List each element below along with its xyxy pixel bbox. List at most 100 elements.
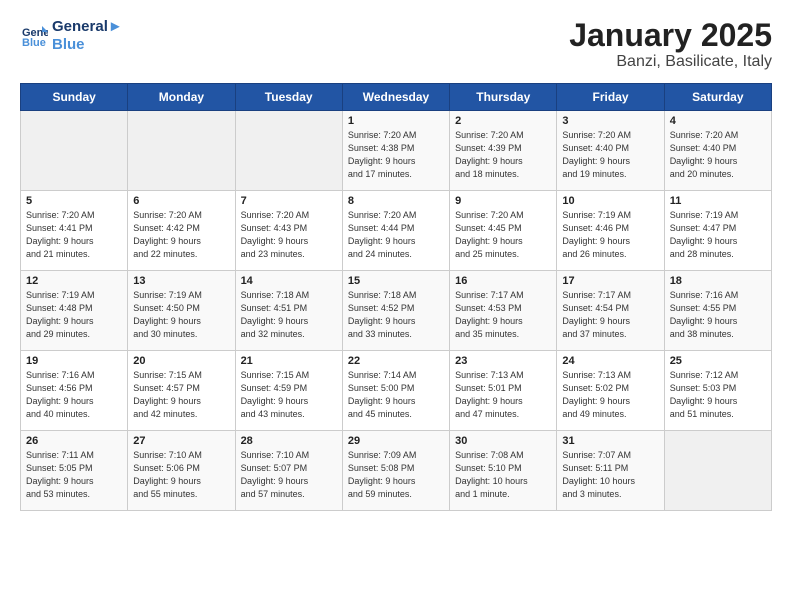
- calendar-cell: 24Sunrise: 7:13 AM Sunset: 5:02 PM Dayli…: [557, 351, 664, 431]
- cell-date-number: 2: [455, 115, 551, 127]
- cell-info-text: Sunrise: 7:19 AM Sunset: 4:48 PM Dayligh…: [26, 289, 122, 341]
- calendar-cell: 13 Sunrise: 7:19 AM Sunset: 4:50 PM Dayli…: [128, 271, 235, 351]
- cell-date-number: 8: [348, 195, 444, 207]
- cell-date-number: 22: [348, 355, 444, 367]
- weekday-header-friday: Friday: [557, 84, 664, 111]
- cell-info-text: Sunrise: 7:09 AM Sunset: 5:08 PM Dayligh…: [348, 449, 444, 501]
- calendar-cell: 16Sunrise: 7:17 AM Sunset: 4:53 PM Dayli…: [450, 271, 557, 351]
- cell-date-number: 29: [348, 435, 444, 447]
- page-title: January 2025: [569, 18, 772, 53]
- calendar-cell: 15 Sunrise: 7:18 AM Sunset: 4:52 PM Dayli…: [342, 271, 449, 351]
- cell-info-text: Sunrise: 7:07 AM Sunset: 5:11 PM Dayligh…: [562, 449, 658, 501]
- cell-date-number: 15: [348, 275, 444, 287]
- calendar-cell: 14Sunrise: 7:18 AM Sunset: 4:51 PM Dayli…: [235, 271, 342, 351]
- calendar-week-2: 5 Sunrise: 7:20 AM Sunset: 4:41 PM Daylig…: [21, 191, 772, 271]
- cell-info-text: Sunrise: 7:13 AM Sunset: 5:01 PM Dayligh…: [455, 369, 551, 421]
- calendar-cell: 17 Sunrise: 7:17 AM Sunset: 4:54 PM Dayli…: [557, 271, 664, 351]
- cell-info-text: Sunrise: 7:19 AM Sunset: 4:50 PM Dayligh…: [133, 289, 229, 341]
- cell-info-text: Sunrise: 7:13 AM Sunset: 5:02 PM Dayligh…: [562, 369, 658, 421]
- cell-info-text: Sunrise: 7:15 AM Sunset: 4:59 PM Dayligh…: [241, 369, 337, 421]
- calendar-cell: 22 Sunrise: 7:14 AM Sunset: 5:00 PM Dayli…: [342, 351, 449, 431]
- cell-date-number: 17: [562, 275, 658, 287]
- calendar-cell: 9 Sunrise: 7:20 AM Sunset: 4:45 PM Daylig…: [450, 191, 557, 271]
- cell-info-text: Sunrise: 7:20 AM Sunset: 4:45 PM Dayligh…: [455, 209, 551, 261]
- cell-info-text: Sunrise: 7:17 AM Sunset: 4:54 PM Dayligh…: [562, 289, 658, 341]
- cell-date-number: 7: [241, 195, 337, 207]
- calendar-cell: [235, 111, 342, 191]
- cell-info-text: Sunrise: 7:20 AM Sunset: 4:41 PM Dayligh…: [26, 209, 122, 261]
- cell-info-text: Sunrise: 7:11 AM Sunset: 5:05 PM Dayligh…: [26, 449, 122, 501]
- cell-info-text: Sunrise: 7:20 AM Sunset: 4:39 PM Dayligh…: [455, 129, 551, 181]
- cell-date-number: 25: [670, 355, 766, 367]
- page-subtitle: Banzi, Basilicate, Italy: [569, 53, 772, 71]
- cell-date-number: 13: [133, 275, 229, 287]
- calendar-week-3: 12Sunrise: 7:19 AM Sunset: 4:48 PM Dayli…: [21, 271, 772, 351]
- weekday-header-wednesday: Wednesday: [342, 84, 449, 111]
- calendar-cell: 6 Sunrise: 7:20 AM Sunset: 4:42 PM Daylig…: [128, 191, 235, 271]
- cell-date-number: 1: [348, 115, 444, 127]
- calendar-cell: 4 Sunrise: 7:20 AM Sunset: 4:40 PM Daylig…: [664, 111, 771, 191]
- weekday-header-thursday: Thursday: [450, 84, 557, 111]
- cell-info-text: Sunrise: 7:10 AM Sunset: 5:07 PM Dayligh…: [241, 449, 337, 501]
- cell-info-text: Sunrise: 7:20 AM Sunset: 4:38 PM Dayligh…: [348, 129, 444, 181]
- cell-info-text: Sunrise: 7:12 AM Sunset: 5:03 PM Dayligh…: [670, 369, 766, 421]
- cell-date-number: 27: [133, 435, 229, 447]
- calendar-cell: 29 Sunrise: 7:09 AM Sunset: 5:08 PM Dayli…: [342, 431, 449, 511]
- cell-date-number: 4: [670, 115, 766, 127]
- cell-date-number: 5: [26, 195, 122, 207]
- calendar-cell: 5 Sunrise: 7:20 AM Sunset: 4:41 PM Daylig…: [21, 191, 128, 271]
- title-block: January 2025 Banzi, Basilicate, Italy: [569, 18, 772, 71]
- calendar-cell: 19 Sunrise: 7:16 AM Sunset: 4:56 PM Dayli…: [21, 351, 128, 431]
- header: General Blue General► Blue January 2025 …: [20, 18, 772, 71]
- cell-info-text: Sunrise: 7:16 AM Sunset: 4:55 PM Dayligh…: [670, 289, 766, 341]
- calendar-cell: 3 Sunrise: 7:20 AM Sunset: 4:40 PM Daylig…: [557, 111, 664, 191]
- cell-info-text: Sunrise: 7:16 AM Sunset: 4:56 PM Dayligh…: [26, 369, 122, 421]
- cell-info-text: Sunrise: 7:19 AM Sunset: 4:46 PM Dayligh…: [562, 209, 658, 261]
- calendar-cell: 27 Sunrise: 7:10 AM Sunset: 5:06 PM Dayli…: [128, 431, 235, 511]
- calendar-cell: 30Sunrise: 7:08 AM Sunset: 5:10 PM Dayli…: [450, 431, 557, 511]
- cell-date-number: 9: [455, 195, 551, 207]
- calendar-cell: 18 Sunrise: 7:16 AM Sunset: 4:55 PM Dayli…: [664, 271, 771, 351]
- cell-date-number: 14: [241, 275, 337, 287]
- weekday-header-sunday: Sunday: [21, 84, 128, 111]
- cell-date-number: 10: [562, 195, 658, 207]
- cell-info-text: Sunrise: 7:20 AM Sunset: 4:44 PM Dayligh…: [348, 209, 444, 261]
- cell-info-text: Sunrise: 7:20 AM Sunset: 4:43 PM Dayligh…: [241, 209, 337, 261]
- calendar-cell: 31 Sunrise: 7:07 AM Sunset: 5:11 PM Dayli…: [557, 431, 664, 511]
- cell-date-number: 19: [26, 355, 122, 367]
- calendar-week-1: 1 Sunrise: 7:20 AM Sunset: 4:38 PM Daylig…: [21, 111, 772, 191]
- calendar-cell: 25 Sunrise: 7:12 AM Sunset: 5:03 PM Dayli…: [664, 351, 771, 431]
- cell-info-text: Sunrise: 7:17 AM Sunset: 4:53 PM Dayligh…: [455, 289, 551, 341]
- calendar-cell: 26 Sunrise: 7:11 AM Sunset: 5:05 PM Dayli…: [21, 431, 128, 511]
- cell-date-number: 23: [455, 355, 551, 367]
- svg-text:Blue: Blue: [22, 37, 46, 49]
- cell-date-number: 26: [26, 435, 122, 447]
- calendar-cell: 21 Sunrise: 7:15 AM Sunset: 4:59 PM Dayli…: [235, 351, 342, 431]
- calendar-cell: [664, 431, 771, 511]
- cell-date-number: 11: [670, 195, 766, 207]
- cell-info-text: Sunrise: 7:08 AM Sunset: 5:10 PM Dayligh…: [455, 449, 551, 501]
- cell-info-text: Sunrise: 7:20 AM Sunset: 4:42 PM Dayligh…: [133, 209, 229, 261]
- calendar-cell: 28Sunrise: 7:10 AM Sunset: 5:07 PM Dayli…: [235, 431, 342, 511]
- calendar-cell: 10 Sunrise: 7:19 AM Sunset: 4:46 PM Dayli…: [557, 191, 664, 271]
- cell-date-number: 18: [670, 275, 766, 287]
- weekday-header-row: SundayMondayTuesdayWednesdayThursdayFrid…: [21, 84, 772, 111]
- cell-info-text: Sunrise: 7:14 AM Sunset: 5:00 PM Dayligh…: [348, 369, 444, 421]
- cell-info-text: Sunrise: 7:18 AM Sunset: 4:52 PM Dayligh…: [348, 289, 444, 341]
- cell-date-number: 3: [562, 115, 658, 127]
- cell-info-text: Sunrise: 7:20 AM Sunset: 4:40 PM Dayligh…: [670, 129, 766, 181]
- cell-date-number: 6: [133, 195, 229, 207]
- cell-info-text: Sunrise: 7:20 AM Sunset: 4:40 PM Dayligh…: [562, 129, 658, 181]
- cell-info-text: Sunrise: 7:15 AM Sunset: 4:57 PM Dayligh…: [133, 369, 229, 421]
- calendar-cell: 12Sunrise: 7:19 AM Sunset: 4:48 PM Dayli…: [21, 271, 128, 351]
- cell-date-number: 20: [133, 355, 229, 367]
- calendar-cell: 23 Sunrise: 7:13 AM Sunset: 5:01 PM Dayli…: [450, 351, 557, 431]
- calendar-week-4: 19 Sunrise: 7:16 AM Sunset: 4:56 PM Dayli…: [21, 351, 772, 431]
- cell-date-number: 31: [562, 435, 658, 447]
- cell-info-text: Sunrise: 7:10 AM Sunset: 5:06 PM Dayligh…: [133, 449, 229, 501]
- weekday-header-tuesday: Tuesday: [235, 84, 342, 111]
- calendar-cell: 11Sunrise: 7:19 AM Sunset: 4:47 PM Dayli…: [664, 191, 771, 271]
- weekday-header-saturday: Saturday: [664, 84, 771, 111]
- cell-date-number: 21: [241, 355, 337, 367]
- calendar-cell: [128, 111, 235, 191]
